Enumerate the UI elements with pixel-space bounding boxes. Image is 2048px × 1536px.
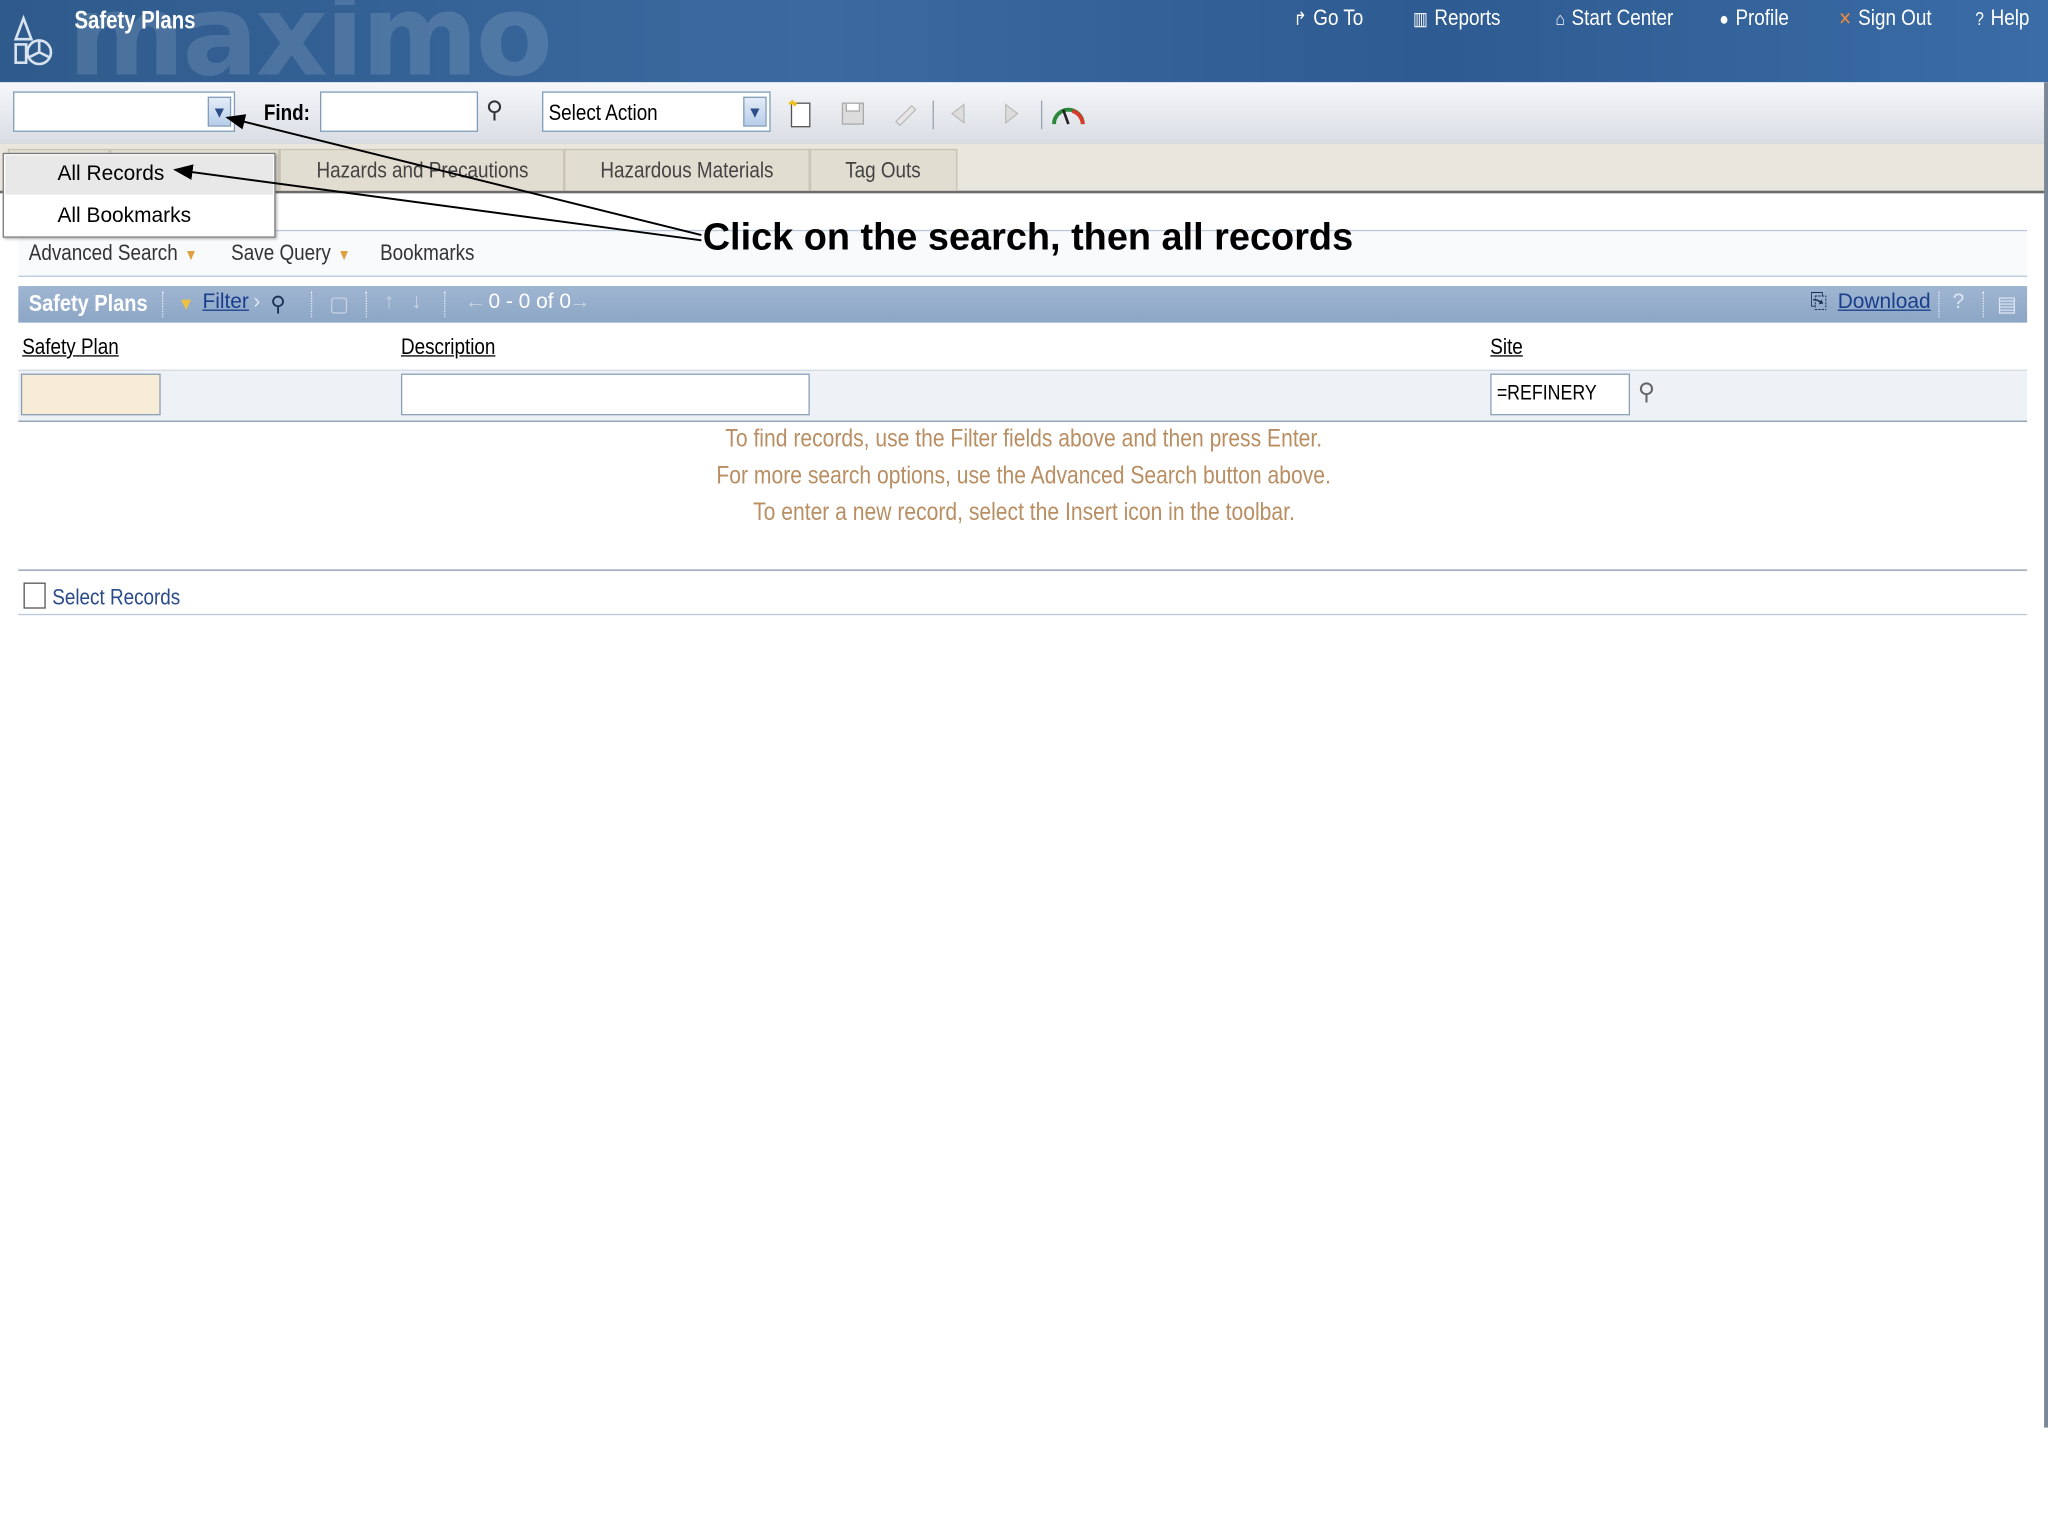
signout-x-icon: ✕: [1838, 7, 1852, 29]
toolbar: ▼ Find: ⚲ Select Action ▼: [0, 82, 2048, 145]
description-filter-input[interactable]: [400, 373, 810, 416]
separator: [1982, 291, 1986, 318]
previous-record-icon[interactable]: [946, 98, 975, 129]
bookmarks-link[interactable]: Bookmarks: [380, 240, 474, 266]
next-page-icon[interactable]: →: [569, 291, 590, 315]
menu-item-all-records[interactable]: All Records: [5, 155, 273, 195]
select-records-checkbox[interactable]: [23, 582, 46, 609]
download-link[interactable]: Download: [1838, 291, 1931, 315]
dropdown-triangle-icon: ▼: [337, 245, 351, 264]
reports-link[interactable]: ▥ Reports: [1413, 5, 1500, 31]
insert-new-record-icon[interactable]: [786, 98, 815, 129]
filter-row: =REFINERY ⚲: [18, 370, 2028, 422]
help-question-icon[interactable]: ?: [1953, 291, 1965, 315]
help-label: Help: [1990, 5, 2030, 31]
binoculars-icon[interactable]: ⚲: [270, 291, 285, 317]
advanced-search-label: Advanced Search: [28, 240, 178, 266]
clear-filter-icon[interactable]: ▢: [329, 291, 349, 317]
chevron-right-icon: ›: [253, 291, 261, 314]
top-navigation: ↱ Go To ▥ Reports ⌂ Start Center ● Profile ✕…: [1281, 5, 2030, 31]
separator: [1938, 291, 1941, 318]
magnifier-lookup-icon[interactable]: ⚲: [1638, 379, 1655, 406]
reports-chart-icon: ▥: [1412, 7, 1428, 29]
empty-message-line: To find records, use the Filter fields a…: [0, 426, 2048, 455]
table-header-bar: Safety Plans ▼ Filter › ⚲ ▢ ↑ ↓ ← 0 - 0 …: [18, 286, 2028, 323]
help-question-icon: ?: [1975, 7, 1985, 29]
separator: [310, 291, 314, 318]
binoculars-search-icon[interactable]: ⚲: [486, 97, 503, 124]
site-filter-input[interactable]: =REFINERY: [1490, 373, 1631, 416]
dropdown-triangle-icon: ▼: [184, 245, 198, 264]
select-action-dropdown[interactable]: Select Action ▼: [542, 91, 771, 132]
tab-label: Hazardous Materials: [600, 157, 774, 183]
start-center-link[interactable]: ⌂ Start Center: [1555, 5, 1673, 31]
separator: [161, 291, 165, 318]
reports-label: Reports: [1434, 5, 1501, 31]
tab-strip: Hazards and Precautions Hazardous Materi…: [0, 143, 2048, 194]
advanced-search-menu[interactable]: Advanced Search ▼: [29, 240, 198, 266]
separator: [365, 291, 369, 318]
select-action-value: Select Action: [548, 100, 658, 126]
divider: [18, 613, 2028, 616]
kpi-gauge-icon[interactable]: [1050, 98, 1087, 129]
empty-message-line: For more search options, use the Advance…: [0, 462, 2048, 491]
toolbar-separator: [932, 100, 934, 130]
page-title: Safety Plans: [74, 7, 196, 36]
column-header-description[interactable]: Description: [401, 334, 495, 360]
saved-query-dropdown[interactable]: ▼: [13, 91, 236, 132]
next-record-icon[interactable]: [995, 98, 1024, 129]
column-header-site[interactable]: Site: [1490, 334, 1523, 360]
annotation-text: Click on the search, then all records: [702, 216, 1354, 259]
help-link[interactable]: ? Help: [1976, 5, 2030, 31]
tab-hazardous-materials[interactable]: Hazardous Materials: [564, 148, 810, 191]
tab-label: Tag Outs: [845, 157, 922, 183]
message-text: To enter a new record, select the Insert…: [753, 498, 1295, 527]
save-query-label: Save Query: [231, 240, 331, 266]
goto-arrow-icon: ↱: [1293, 7, 1307, 29]
start-center-label: Start Center: [1570, 5, 1673, 31]
sort-up-icon[interactable]: ↑: [384, 291, 394, 315]
filter-link[interactable]: Filter: [202, 291, 248, 315]
tab-hazards-and-precautions[interactable]: Hazards and Precautions: [279, 148, 565, 191]
save-query-menu[interactable]: Save Query ▼: [231, 240, 351, 266]
goto-label: Go To: [1313, 5, 1364, 31]
safety-plan-filter-input[interactable]: [20, 373, 161, 416]
tab-tag-outs[interactable]: Tag Outs: [809, 148, 958, 191]
previous-page-icon[interactable]: ←: [465, 291, 486, 315]
save-icon[interactable]: [839, 98, 868, 129]
sign-out-link[interactable]: ✕ Sign Out: [1839, 5, 1932, 31]
profile-link[interactable]: ● Profile: [1719, 5, 1789, 31]
window-edge: [2044, 82, 2048, 1428]
site-filter-value: =REFINERY: [1496, 382, 1597, 405]
sign-out-label: Sign Out: [1858, 5, 1933, 31]
sort-down-icon[interactable]: ↓: [411, 291, 421, 315]
column-header-safety-plan[interactable]: Safety Plan: [22, 334, 119, 360]
separator: [444, 291, 447, 318]
home-icon: ⌂: [1554, 7, 1565, 29]
saved-query-menu: All Records All Bookmarks: [2, 152, 276, 238]
find-input[interactable]: [319, 91, 479, 132]
pager-count: 0 - 0 of 0: [488, 291, 571, 314]
message-text: For more search options, use the Advance…: [716, 462, 1332, 490]
select-records-label[interactable]: Select Records: [52, 585, 180, 611]
clear-changes-icon[interactable]: [891, 98, 920, 129]
table-settings-icon[interactable]: ▤: [1997, 291, 2017, 317]
filter-funnel-icon: ▼: [177, 293, 195, 314]
person-icon: ●: [1718, 7, 1729, 29]
app-header: maximo Safety Plans ↱ Go To ▥ Reports ⌂ Sta…: [0, 0, 2048, 83]
profile-label: Profile: [1735, 5, 1789, 31]
divider: [18, 569, 2028, 571]
tab-label: Hazards and Precautions: [315, 157, 528, 183]
chevron-down-icon[interactable]: ▼: [207, 96, 232, 127]
download-icon[interactable]: ⎘: [1810, 291, 1827, 315]
toolbar-separator: [1040, 100, 1043, 130]
empty-message-line: To enter a new record, select the Insert…: [0, 499, 2048, 528]
menu-item-all-bookmarks[interactable]: All Bookmarks: [5, 197, 273, 236]
find-label: Find:: [263, 100, 310, 126]
message-text: To find records, use the Filter fields a…: [725, 425, 1323, 454]
table-title: Safety Plans: [28, 289, 148, 317]
goto-link[interactable]: ↱ Go To: [1294, 5, 1364, 31]
app-logo-icon: [13, 14, 53, 66]
chevron-down-icon[interactable]: ▼: [743, 96, 767, 127]
